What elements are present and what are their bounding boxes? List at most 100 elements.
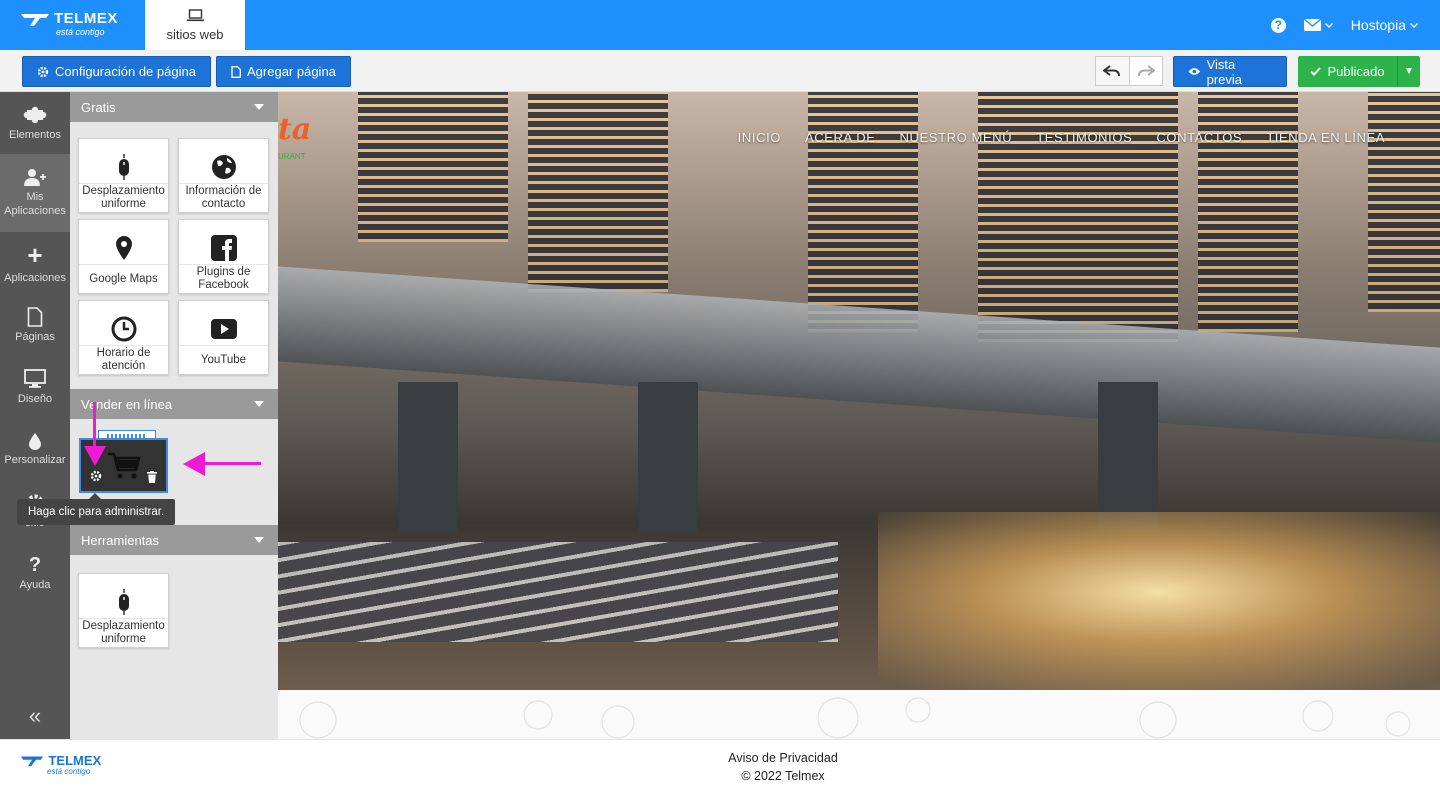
redo-button[interactable] bbox=[1130, 57, 1163, 85]
section-herramientas[interactable]: Herramientas bbox=[70, 525, 278, 555]
site-nav-contactos[interactable]: CONTACTOS bbox=[1156, 130, 1242, 145]
site-nav-menu[interactable]: NUESTRO MENÚ bbox=[900, 130, 1013, 145]
site-nav-inicio[interactable]: INICIO bbox=[738, 130, 781, 145]
chevron-down-icon bbox=[1410, 22, 1418, 28]
app-tile-contact-info[interactable]: Información de contacto bbox=[178, 138, 269, 213]
telmex-logo-icon bbox=[21, 13, 49, 26]
nav-label: Diseño bbox=[17, 393, 53, 405]
user-name: Hostopia bbox=[1350, 17, 1406, 33]
question-icon: ? bbox=[28, 554, 42, 576]
website-preview[interactable]: ta URANT INICIO ACERA DE NUESTRO MENÚ TE… bbox=[278, 92, 1440, 739]
app-tile-youtube[interactable]: YouTube bbox=[178, 300, 269, 375]
tab-label: sitios web bbox=[166, 27, 224, 42]
plus-icon: + bbox=[27, 240, 43, 270]
user-menu[interactable]: Hostopia bbox=[1351, 17, 1418, 33]
gear-icon[interactable] bbox=[90, 470, 102, 482]
app-tile-label: Google Maps bbox=[79, 264, 168, 293]
undo-button[interactable] bbox=[1096, 57, 1130, 85]
section-title: Gratis bbox=[81, 99, 116, 115]
youtube-icon bbox=[210, 319, 237, 339]
page-icon bbox=[231, 65, 241, 78]
nav-label: Personalizar bbox=[4, 454, 66, 466]
trash-icon[interactable] bbox=[147, 471, 157, 483]
app-tile-label: Información de contacto bbox=[179, 183, 268, 212]
nav-aplicaciones[interactable]: + Aplicaciones bbox=[0, 232, 70, 294]
nav-label: Aplicaciones bbox=[4, 272, 66, 284]
bridge-pillar bbox=[1098, 382, 1158, 532]
mail-menu[interactable] bbox=[1303, 19, 1333, 31]
collapse-sidebar-button[interactable]: « bbox=[0, 703, 70, 729]
add-page-button[interactable]: Agregar página bbox=[216, 56, 351, 87]
vegetable-pattern bbox=[299, 697, 1411, 739]
light-trails bbox=[878, 512, 1440, 712]
app-tile-label: YouTube bbox=[179, 345, 268, 374]
shopping-cart-icon bbox=[108, 452, 141, 479]
section-gratis[interactable]: Gratis bbox=[70, 92, 278, 122]
nav-elementos[interactable]: Elementos bbox=[0, 92, 70, 154]
building bbox=[808, 92, 918, 332]
nav-diseno[interactable]: Diseño bbox=[0, 356, 70, 418]
laptop-icon bbox=[187, 9, 204, 22]
top-bar: TELMEX está contigo sitios web ? Hostopi… bbox=[0, 0, 1440, 50]
mouse-icon bbox=[118, 154, 129, 180]
app-tile-business-hours[interactable]: Horario de atención bbox=[78, 300, 169, 375]
preview-button[interactable]: Vista previa bbox=[1173, 56, 1287, 87]
building bbox=[358, 92, 508, 242]
telmex-logo[interactable]: TELMEX está contigo bbox=[20, 10, 118, 37]
published-button[interactable]: Publicado bbox=[1298, 56, 1398, 87]
privacy-link[interactable]: Aviso de Privacidad bbox=[0, 749, 1440, 767]
tab-sitios-web[interactable]: sitios web bbox=[145, 0, 245, 50]
app-tile-facebook[interactable]: Plugins de Facebook bbox=[178, 219, 269, 294]
caret-down-icon bbox=[254, 537, 264, 543]
building bbox=[528, 92, 668, 292]
nav-label: Ayuda bbox=[19, 579, 51, 591]
mouse-icon bbox=[118, 589, 129, 615]
clock-icon bbox=[111, 316, 136, 342]
eye-icon bbox=[1188, 68, 1201, 75]
editor-toolbar: Configuración de página Agregar página V… bbox=[0, 50, 1440, 92]
help-icon[interactable]: ? bbox=[1270, 17, 1286, 33]
preview-label: Vista previa bbox=[1206, 56, 1242, 87]
publish-options-dropdown[interactable]: ▼ bbox=[1398, 66, 1420, 77]
hero-image bbox=[278, 92, 1440, 712]
published-label: Publicado bbox=[1327, 64, 1385, 79]
gear-icon bbox=[37, 66, 49, 77]
double-chevron-left-icon: « bbox=[28, 703, 42, 728]
nav-mis-aplicaciones[interactable]: Mis Aplicaciones bbox=[0, 154, 70, 232]
map-pin-icon bbox=[115, 236, 132, 260]
app-tile-smooth-scroll-tools[interactable]: Desplazamiento uniforme bbox=[78, 573, 169, 648]
app-tile-google-maps[interactable]: Google Maps bbox=[78, 219, 169, 294]
page-settings-button[interactable]: Configuración de página bbox=[22, 56, 211, 87]
site-logo-subtitle: URANT bbox=[278, 152, 306, 161]
app-tile-label: Plugins de Facebook bbox=[179, 264, 268, 293]
left-navigation: Elementos Mis Aplicaciones + Aplicacione… bbox=[0, 92, 70, 739]
caret-down-icon bbox=[254, 104, 264, 110]
building bbox=[1368, 92, 1440, 312]
section-vender-en-linea[interactable]: Vender en línea bbox=[70, 389, 278, 419]
brand-name: TELMEX bbox=[54, 10, 118, 27]
drop-icon bbox=[29, 433, 41, 450]
facebook-icon bbox=[210, 235, 237, 261]
nav-ayuda[interactable]: ? Ayuda bbox=[0, 542, 70, 604]
nav-personalizar[interactable]: Personalizar bbox=[0, 418, 70, 480]
app-tile-smooth-scroll[interactable]: Desplazamiento uniforme bbox=[78, 138, 169, 213]
undo-icon bbox=[1103, 65, 1121, 77]
undo-redo-group bbox=[1095, 56, 1163, 86]
site-nav-testimonios[interactable]: TESTIMONIOS bbox=[1036, 130, 1132, 145]
bridge-pillar bbox=[638, 382, 698, 532]
crosswalk bbox=[278, 542, 838, 642]
site-navigation: INICIO ACERA DE NUESTRO MENÚ TESTIMONIOS… bbox=[738, 130, 1385, 145]
add-page-label: Agregar página bbox=[247, 64, 336, 79]
site-nav-tienda[interactable]: TIENDA EN LÍNEA bbox=[1266, 130, 1385, 145]
nav-paginas[interactable]: Páginas bbox=[0, 294, 70, 356]
app-tile-label: Horario de atención bbox=[79, 345, 168, 374]
chevron-down-icon bbox=[1324, 22, 1333, 28]
check-icon bbox=[1310, 67, 1322, 76]
site-logo[interactable]: ta bbox=[278, 112, 311, 147]
monitor-icon bbox=[24, 369, 46, 388]
nav-label: Elementos bbox=[9, 129, 61, 141]
envelope-icon bbox=[1303, 19, 1321, 31]
site-nav-acerca[interactable]: ACERA DE bbox=[805, 130, 876, 145]
globe-icon bbox=[211, 155, 236, 179]
page-icon bbox=[27, 307, 43, 327]
